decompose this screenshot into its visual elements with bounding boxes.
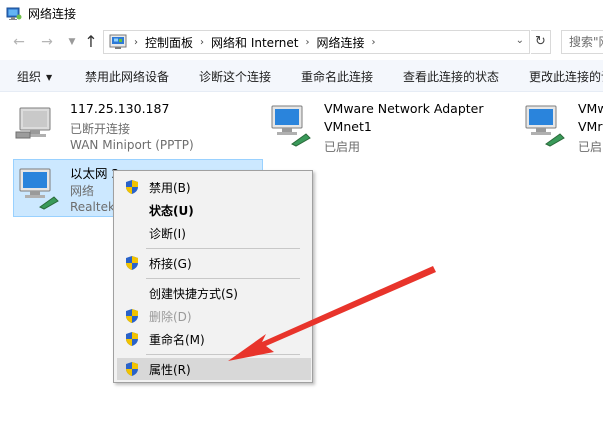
- address-dropdown-chevron-icon[interactable]: ⌄: [516, 35, 524, 46]
- breadcrumb-separator-icon[interactable]: ›: [372, 37, 376, 48]
- chevron-down-icon: ▼: [46, 73, 53, 82]
- menu-item-create-shortcut[interactable]: 创建快捷方式(S): [117, 282, 311, 304]
- address-bar[interactable]: › 控制面板 › 网络和 Internet › 网络连接 › ⌄: [103, 30, 530, 54]
- command-bar: 组织 ▼ 禁用此网络设备 诊断这个连接 重命名此连接 查看此连接的状态 更改此连接…: [0, 60, 603, 92]
- vpn-connection-icon: [15, 107, 51, 139]
- organize-label: 组织: [17, 70, 42, 84]
- organize-button[interactable]: 组织 ▼: [17, 68, 52, 85]
- breadcrumb-separator-icon[interactable]: ›: [305, 37, 309, 48]
- diagnose-button[interactable]: 诊断这个连接: [199, 68, 271, 85]
- breadcrumb-control-panel[interactable]: 控制面板: [145, 34, 193, 51]
- connection-name: VMw: [578, 101, 603, 116]
- uac-shield-icon: [126, 256, 138, 270]
- control-panel-icon: [109, 34, 127, 49]
- view-status-button[interactable]: 查看此连接的状态: [403, 68, 499, 85]
- breadcrumb-separator-icon: ›: [134, 36, 138, 48]
- menu-item-delete[interactable]: 删除(D): [117, 305, 311, 327]
- connection-status: 已启用: [324, 140, 361, 154]
- menu-item-label: 状态(U): [149, 204, 194, 218]
- menu-item-properties[interactable]: 属性(R): [117, 358, 311, 380]
- connection-status: 已断开连接: [70, 122, 131, 136]
- uac-shield-icon: [126, 362, 138, 376]
- menu-item-label: 诊断(I): [149, 227, 186, 241]
- menu-item-status[interactable]: 状态(U): [117, 199, 311, 221]
- change-settings-button[interactable]: 更改此连接的设: [529, 68, 603, 85]
- refresh-icon: ↻: [535, 34, 546, 49]
- menu-item-label: 删除(D): [149, 310, 192, 324]
- uac-shield-icon: [126, 309, 138, 323]
- connection-item-vmware-vmnet1[interactable]: VMware Network Adapter VMnet1 已启用: [268, 100, 488, 154]
- disable-device-button[interactable]: 禁用此网络设备: [85, 68, 169, 85]
- menu-item-rename[interactable]: 重命名(M): [117, 328, 311, 350]
- menu-item-bridge[interactable]: 桥接(G): [117, 252, 311, 274]
- menu-item-label: 桥接(G): [149, 257, 192, 271]
- ethernet-adapter-icon: [271, 105, 311, 147]
- network-connections-icon: [6, 7, 22, 20]
- connection-device: WAN Miniport (PPTP): [70, 138, 194, 152]
- up-arrow-icon[interactable]: ↑: [82, 33, 100, 51]
- breadcrumb-separator-icon[interactable]: ›: [200, 37, 204, 48]
- back-arrow-icon[interactable]: ←: [10, 33, 28, 51]
- uac-shield-icon: [126, 180, 138, 194]
- connection-status: 网络: [70, 184, 95, 198]
- menu-item-disable[interactable]: 禁用(B): [117, 176, 311, 198]
- search-input[interactable]: 搜索"网络: [561, 30, 603, 54]
- menu-item-label: 创建快捷方式(S): [149, 287, 238, 301]
- connection-name-line2: VMr: [578, 119, 603, 134]
- ethernet-adapter-icon: [19, 168, 59, 210]
- rename-button[interactable]: 重命名此连接: [301, 68, 373, 85]
- title-bar: 网络连接: [0, 0, 603, 27]
- menu-item-diagnose[interactable]: 诊断(I): [117, 222, 311, 244]
- connection-status: 已启: [578, 140, 603, 154]
- menu-item-label: 属性(R): [149, 363, 191, 377]
- connection-item-vpn[interactable]: 117.25.130.187 已断开连接 WAN Miniport (PPTP): [14, 100, 214, 154]
- breadcrumb-network-connections[interactable]: 网络连接: [316, 34, 364, 51]
- window-title: 网络连接: [28, 7, 77, 21]
- menu-separator: [146, 248, 300, 249]
- menu-item-label: 禁用(B): [149, 181, 191, 195]
- recent-locations-chevron-icon[interactable]: ▼: [63, 33, 81, 51]
- connection-name-line2: VMnet1: [324, 119, 372, 134]
- connection-name: 117.25.130.187: [70, 101, 170, 116]
- connection-device: Realtek: [70, 200, 115, 214]
- ethernet-adapter-icon: [525, 105, 565, 147]
- menu-item-label: 重命名(M): [149, 333, 205, 347]
- context-menu: 禁用(B) 状态(U) 诊断(I) 桥接(G) 创建快捷方式(S) 删除(D) …: [113, 170, 313, 383]
- menu-separator: [146, 354, 300, 355]
- connection-name: VMware Network Adapter: [324, 101, 484, 116]
- navigation-bar: ← → ▼ ↑ › 控制面板 › 网络和 Internet › 网络连接 › ⌄…: [0, 27, 603, 59]
- forward-arrow-icon[interactable]: →: [38, 33, 56, 51]
- connection-item-vmware-vmnet8[interactable]: VMw VMr 已启: [522, 100, 603, 154]
- menu-separator: [146, 278, 300, 279]
- uac-shield-icon: [126, 332, 138, 346]
- refresh-button[interactable]: ↻: [531, 30, 551, 54]
- breadcrumb-network-internet[interactable]: 网络和 Internet: [211, 34, 298, 51]
